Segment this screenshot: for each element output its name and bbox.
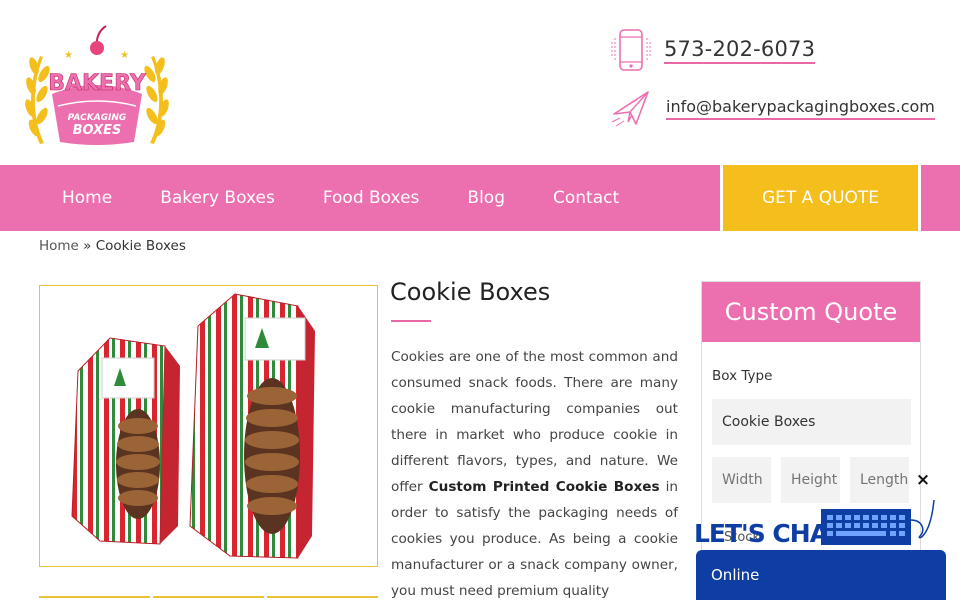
bakery-logo[interactable]: ★ ★ BAKERY PACKAGING BOXES: [22, 24, 172, 152]
lets-chat-text: LET'S CHAT: [694, 519, 843, 548]
product-image[interactable]: [39, 285, 378, 567]
lets-chat-banner[interactable]: LET'S CHAT: [694, 500, 944, 550]
chat-status-bar[interactable]: Online: [696, 550, 946, 600]
logo-bottom-text: BOXES: [73, 123, 122, 138]
nav-item-contact[interactable]: Contact: [553, 188, 619, 208]
phone-contact[interactable]: 573-202-6073: [610, 28, 816, 72]
keyboard-icon: [821, 500, 935, 545]
page-title: Cookie Boxes: [390, 278, 551, 306]
custom-quote-heading: Custom Quote: [702, 282, 920, 342]
chat-close-icon[interactable]: ×: [915, 470, 931, 490]
description-highlight: Custom Printed Cookie Boxes: [428, 479, 660, 495]
thumbnail[interactable]: [153, 596, 264, 600]
phone-number[interactable]: 573-202-6073: [664, 37, 816, 64]
height-input[interactable]: [781, 457, 840, 503]
product-thumbnails: [39, 596, 378, 600]
logo-middle-text: PACKAGING: [68, 113, 127, 123]
svg-text:★: ★: [120, 50, 129, 61]
box-type-label: Box Type: [712, 368, 773, 384]
email-address[interactable]: info@bakerypackagingboxes.com: [666, 97, 935, 120]
nav-bar-edge: [921, 165, 960, 231]
title-underline: [391, 320, 431, 322]
get-a-quote-button[interactable]: GET A QUOTE: [723, 165, 918, 231]
description-text-continued: in order to satisfy the packaging needs …: [391, 479, 678, 599]
length-input[interactable]: [850, 457, 909, 503]
email-contact[interactable]: info@bakerypackagingboxes.com: [610, 88, 935, 128]
nav-item-bakery-boxes[interactable]: Bakery Boxes: [160, 188, 275, 208]
site-header: ★ ★ BAKERY PACKAGING BOXES 573-202-6073 …: [0, 0, 960, 165]
paper-plane-icon: [611, 91, 649, 127]
nav-item-food-boxes[interactable]: Food Boxes: [323, 188, 420, 208]
chat-status-label: Online: [711, 566, 760, 584]
nav-item-home[interactable]: Home: [62, 188, 112, 208]
logo-top-text: BAKERY: [48, 71, 147, 97]
thumbnail[interactable]: [267, 596, 378, 600]
thumbnail[interactable]: [39, 596, 150, 600]
box-type-select[interactable]: Cookie Boxes: [712, 399, 911, 445]
nav-item-blog[interactable]: Blog: [467, 188, 505, 208]
width-input[interactable]: [712, 457, 771, 503]
description-text: Cookies are one of the most common and c…: [391, 349, 678, 495]
svg-text:BAKERY: BAKERY: [48, 71, 147, 96]
breadcrumb-current: Cookie Boxes: [95, 238, 186, 254]
breadcrumb-separator: »: [83, 238, 92, 254]
svg-text:★: ★: [64, 50, 73, 61]
breadcrumb-home-link[interactable]: Home: [39, 238, 79, 254]
breadcrumb: Home » Cookie Boxes: [39, 238, 186, 254]
cookie-boxes-illustration: [71, 293, 315, 559]
mobile-phone-icon: [611, 29, 651, 71]
main-navigation: Home Bakery Boxes Food Boxes Blog Contac…: [0, 165, 720, 231]
product-description: Cookies are one of the most common and c…: [391, 344, 678, 600]
